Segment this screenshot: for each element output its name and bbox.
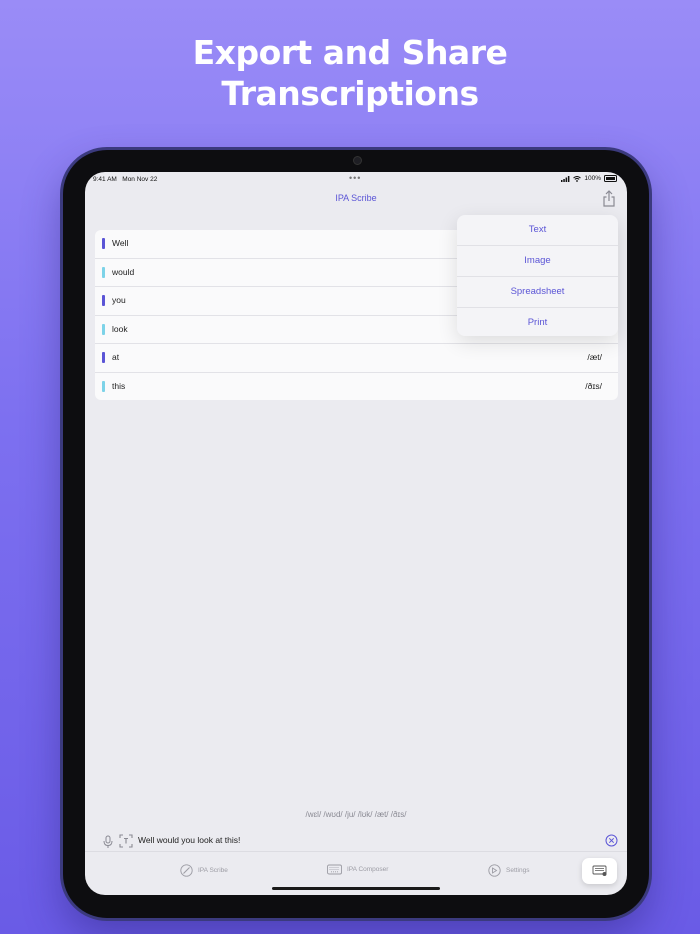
app-screen: 9:41 AM Mon Nov 22 ••• 100% IPA Scribe W… (85, 172, 627, 895)
tab-settings[interactable]: Settings (488, 864, 530, 877)
keyboard-icon (327, 864, 342, 875)
word-row[interactable]: this /ðɪs/ (95, 373, 618, 401)
input-bar (85, 830, 627, 852)
clear-icon[interactable] (605, 834, 618, 847)
word-text: Well (112, 238, 129, 248)
text-scan-icon[interactable] (119, 834, 133, 848)
pencil-icon (180, 864, 193, 877)
word-color-marker (102, 380, 105, 392)
ipad-device: 9:41 AM Mon Nov 22 ••• 100% IPA Scribe W… (63, 150, 649, 918)
word-color-marker (102, 352, 105, 363)
microphone-icon[interactable] (102, 835, 114, 849)
marketing-headline: Export and Share Transcriptions (0, 32, 700, 114)
tab-label: IPA Scribe (198, 867, 228, 874)
headline-line-1: Export and Share (192, 33, 508, 72)
word-color-marker (102, 238, 105, 249)
status-indicators: 100% (561, 175, 617, 182)
word-text: you (112, 295, 126, 305)
export-text-option[interactable]: Text (457, 215, 618, 246)
word-ipa: /æt/ (587, 352, 602, 362)
wifi-icon (573, 175, 582, 182)
word-color-marker (102, 266, 105, 278)
word-text: this (112, 380, 126, 391)
export-print-option[interactable]: Print (457, 308, 618, 338)
status-time: 9:41 AM Mon Nov 22 (93, 176, 158, 183)
tab-label: Settings (506, 867, 530, 874)
battery-icon (604, 175, 617, 182)
battery-percent: 100% (584, 175, 601, 182)
navigation-bar: IPA Scribe (85, 190, 627, 212)
tab-ipa-scribe[interactable]: IPA Scribe (180, 864, 228, 877)
word-ipa: /ðɪs/ (585, 380, 602, 391)
word-text: at (112, 352, 120, 362)
status-bar: 9:41 AM Mon Nov 22 ••• 100% (85, 172, 627, 186)
settings-icon (488, 864, 501, 877)
signal-icon (561, 175, 570, 182)
input-divider (85, 851, 627, 852)
share-icon[interactable] (601, 190, 617, 208)
export-menu: Text Image Spreadsheet Print (457, 215, 618, 336)
export-image-option[interactable]: Image (457, 246, 618, 277)
tab-label: IPA Composer (347, 866, 389, 873)
multitasking-dots[interactable]: ••• (349, 173, 361, 183)
ipa-transcript: /wɛl/ /wʊd/ /ju/ /lʊk/ /æt/ /ðɪs/ (305, 810, 407, 819)
export-spreadsheet-option[interactable]: Spreadsheet (457, 277, 618, 308)
word-color-marker (102, 295, 105, 306)
word-text: would (112, 266, 135, 277)
keyboard-hide-icon (592, 865, 607, 876)
home-indicator (272, 887, 440, 890)
word-text: look (112, 323, 128, 334)
tab-bar: IPA Scribe IPA Composer Settings (85, 862, 627, 886)
nav-title: IPA Scribe (335, 193, 377, 203)
word-color-marker (102, 323, 105, 335)
text-input[interactable] (138, 835, 538, 845)
tab-ipa-composer[interactable]: IPA Composer (327, 864, 388, 875)
front-camera (353, 156, 362, 165)
word-row[interactable]: at /æt/ (95, 344, 618, 373)
keyboard-toggle-button[interactable] (582, 858, 617, 884)
headline-line-2: Transcriptions (221, 74, 479, 113)
